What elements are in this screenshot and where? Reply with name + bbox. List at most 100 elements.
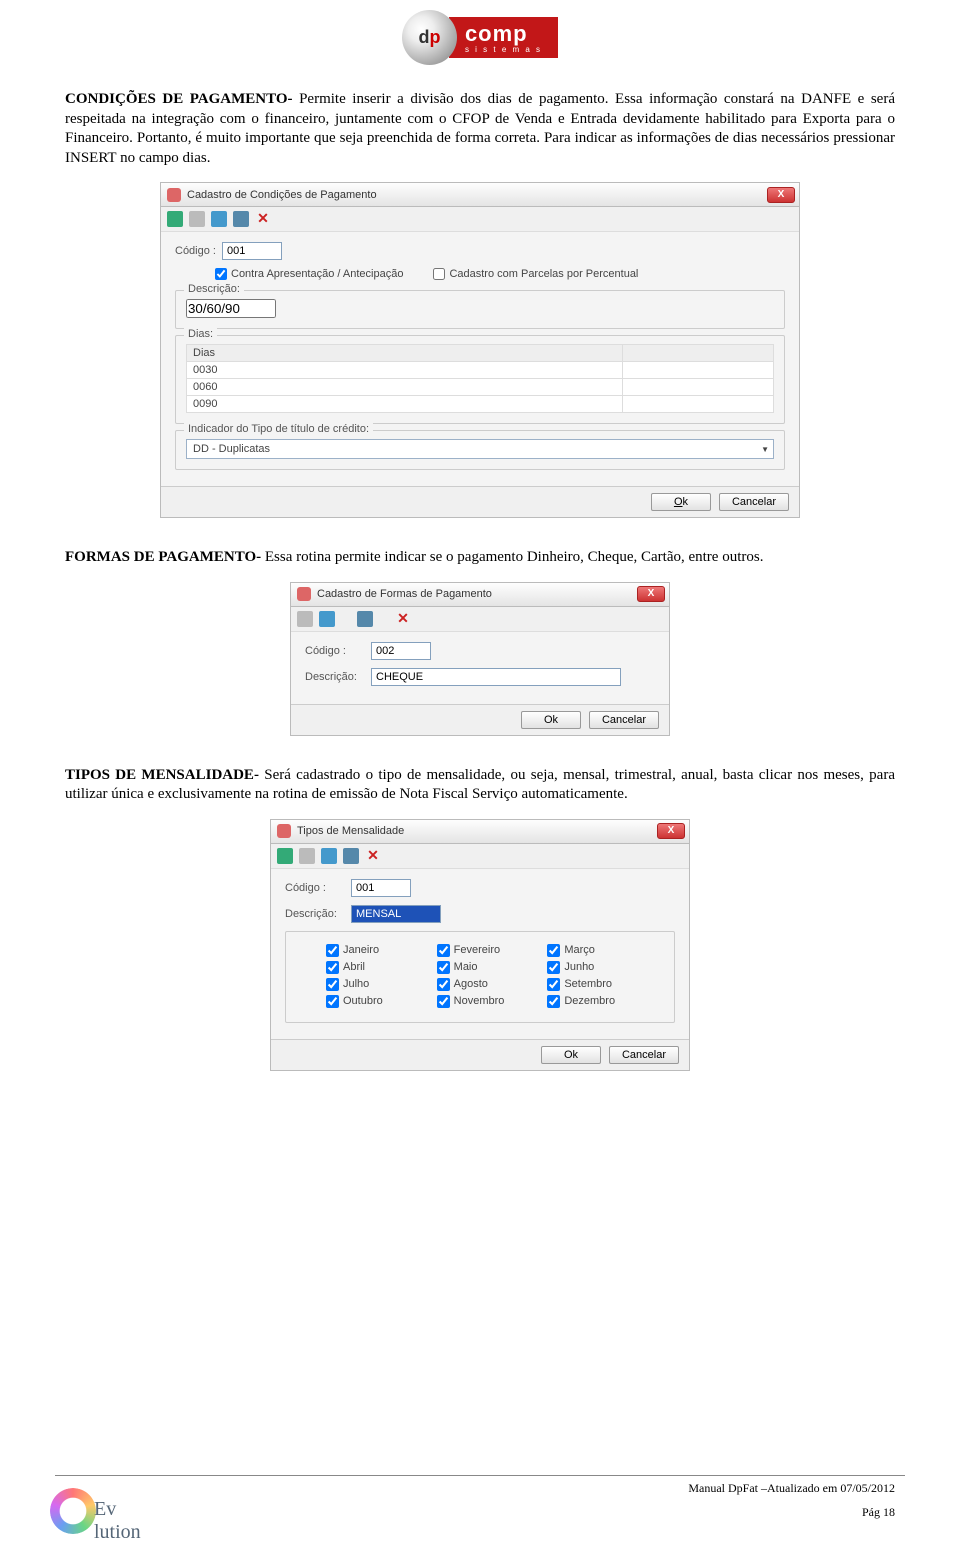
month-label: Maio bbox=[454, 961, 478, 973]
ok-button[interactable]: Ok bbox=[651, 493, 711, 511]
footer-divider bbox=[55, 1475, 905, 1476]
chk-parcelas-label: Cadastro com Parcelas por Percentual bbox=[449, 268, 638, 280]
month-label: Fevereiro bbox=[454, 944, 500, 956]
codigo-input[interactable] bbox=[371, 642, 431, 660]
dialog-toolbar: ✕ bbox=[271, 844, 689, 869]
dialog-title: Cadastro de Condições de Pagamento bbox=[187, 189, 767, 201]
cancel-button[interactable]: Cancelar bbox=[589, 711, 659, 729]
chk-fevereiro[interactable] bbox=[437, 944, 450, 957]
dialog-titlebar: Tipos de Mensalidade X bbox=[271, 820, 689, 844]
dias-table-header: Dias bbox=[187, 345, 623, 362]
cancel-button[interactable]: Cancelar bbox=[719, 493, 789, 511]
close-icon[interactable]: X bbox=[657, 823, 685, 839]
close-icon[interactable]: X bbox=[767, 187, 795, 203]
delete-icon[interactable]: ✕ bbox=[255, 211, 271, 227]
chk-outubro[interactable] bbox=[326, 995, 339, 1008]
dialog-tipos-mensalidade: Tipos de Mensalidade X ✕ Código : Descri… bbox=[270, 819, 690, 1071]
evolution-text: Ev lution bbox=[94, 1498, 160, 1544]
chk-setembro[interactable] bbox=[547, 978, 560, 991]
chk-junho[interactable] bbox=[547, 961, 560, 974]
descricao-input[interactable] bbox=[186, 299, 276, 318]
group-months: Janeiro Fevereiro Março Abril Maio Junho… bbox=[285, 931, 675, 1023]
month-label: Abril bbox=[343, 961, 365, 973]
chk-month[interactable]: Março bbox=[547, 944, 634, 957]
save-icon[interactable] bbox=[277, 848, 293, 864]
chk-month[interactable]: Dezembro bbox=[547, 995, 634, 1008]
month-label: Setembro bbox=[564, 978, 612, 990]
save-icon[interactable] bbox=[167, 211, 183, 227]
db-icon[interactable] bbox=[343, 848, 359, 864]
chk-month[interactable]: Junho bbox=[547, 961, 634, 974]
indicador-value: DD - Duplicatas bbox=[193, 443, 270, 455]
chk-julho[interactable] bbox=[326, 978, 339, 991]
search-icon[interactable] bbox=[321, 848, 337, 864]
delete-icon[interactable]: ✕ bbox=[395, 611, 411, 627]
codigo-input[interactable] bbox=[222, 242, 282, 260]
descricao-input[interactable] bbox=[351, 905, 441, 923]
print-icon[interactable] bbox=[297, 611, 313, 627]
heading-tipos: TIPOS DE MENSALIDADE- bbox=[65, 767, 259, 783]
table-row[interactable]: 0060 bbox=[187, 379, 774, 396]
dialog-icon bbox=[167, 188, 181, 202]
heading-condicoes: CONDIÇÕES DE PAGAMENTO- bbox=[65, 91, 293, 107]
chk-dezembro[interactable] bbox=[547, 995, 560, 1008]
dialog-toolbar: ✕ bbox=[161, 207, 799, 232]
dpcomp-logo: dp comp s i s t e m a s bbox=[65, 10, 895, 65]
section-tipos-mensalidade: TIPOS DE MENSALIDADE- Será cadastrado o … bbox=[65, 766, 895, 805]
table-row[interactable]: 0030 bbox=[187, 362, 774, 379]
chk-month[interactable]: Maio bbox=[437, 961, 524, 974]
ok-button[interactable]: Ok bbox=[521, 711, 581, 729]
chk-agosto[interactable] bbox=[437, 978, 450, 991]
chk-month[interactable]: Novembro bbox=[437, 995, 524, 1008]
cancel-button[interactable]: Cancelar bbox=[609, 1046, 679, 1064]
month-label: Março bbox=[564, 944, 595, 956]
codigo-label: Código : bbox=[175, 245, 216, 257]
section-condicoes-pagamento: CONDIÇÕES DE PAGAMENTO- Permite inserir … bbox=[65, 90, 895, 168]
codigo-input[interactable] bbox=[351, 879, 411, 897]
logo-letter-d: d bbox=[418, 27, 429, 48]
search-icon[interactable] bbox=[211, 211, 227, 227]
heading-formas: FORMAS DE PAGAMENTO- bbox=[65, 549, 261, 565]
chk-month[interactable]: Agosto bbox=[437, 978, 524, 991]
print-icon[interactable] bbox=[299, 848, 315, 864]
search-icon[interactable] bbox=[319, 611, 335, 627]
dias-legend: Dias: bbox=[184, 328, 217, 340]
chk-month[interactable]: Fevereiro bbox=[437, 944, 524, 957]
chk-month[interactable]: Outubro bbox=[326, 995, 413, 1008]
month-label: Julho bbox=[343, 978, 369, 990]
indicador-dropdown[interactable]: DD - Duplicatas ▼ bbox=[186, 439, 774, 459]
chk-marco[interactable] bbox=[547, 944, 560, 957]
dias-cell: 0030 bbox=[187, 362, 623, 379]
dialog-condicoes-pagamento: Cadastro de Condições de Pagamento X ✕ C… bbox=[160, 182, 800, 518]
chk-abril[interactable] bbox=[326, 961, 339, 974]
descricao-input[interactable] bbox=[371, 668, 621, 686]
chk-janeiro[interactable] bbox=[326, 944, 339, 957]
db-icon[interactable] bbox=[233, 211, 249, 227]
chk-month[interactable]: Abril bbox=[326, 961, 413, 974]
dialog-formas-pagamento: Cadastro de Formas de Pagamento X ✕ Códi… bbox=[290, 582, 670, 736]
indicador-legend: Indicador do Tipo de título de crédito: bbox=[184, 423, 373, 435]
table-row[interactable]: 0090 bbox=[187, 396, 774, 413]
chk-parcelas-percentual[interactable]: Cadastro com Parcelas por Percentual bbox=[433, 268, 638, 280]
ok-button[interactable]: Ok bbox=[541, 1046, 601, 1064]
chk-month[interactable]: Janeiro bbox=[326, 944, 413, 957]
dialog-titlebar: Cadastro de Condições de Pagamento X bbox=[161, 183, 799, 207]
chk-contra-input[interactable] bbox=[215, 268, 227, 280]
db-icon[interactable] bbox=[357, 611, 373, 627]
month-label: Dezembro bbox=[564, 995, 615, 1007]
dialog-icon bbox=[297, 587, 311, 601]
chk-month[interactable]: Setembro bbox=[547, 978, 634, 991]
chk-contra-apresentacao[interactable]: Contra Apresentação / Antecipação bbox=[215, 268, 403, 280]
dias-table[interactable]: Dias 0030 0060 0090 bbox=[186, 344, 774, 413]
descricao-label: Descrição: bbox=[305, 671, 365, 683]
print-icon[interactable] bbox=[189, 211, 205, 227]
chk-month[interactable]: Julho bbox=[326, 978, 413, 991]
chk-maio[interactable] bbox=[437, 961, 450, 974]
chk-parcelas-input[interactable] bbox=[433, 268, 445, 280]
close-icon[interactable]: X bbox=[637, 586, 665, 602]
delete-icon[interactable]: ✕ bbox=[365, 848, 381, 864]
dialog-icon bbox=[277, 824, 291, 838]
chk-novembro[interactable] bbox=[437, 995, 450, 1008]
evolution-logo: Ev lution bbox=[50, 1476, 160, 1536]
dias-cell: 0090 bbox=[187, 396, 623, 413]
